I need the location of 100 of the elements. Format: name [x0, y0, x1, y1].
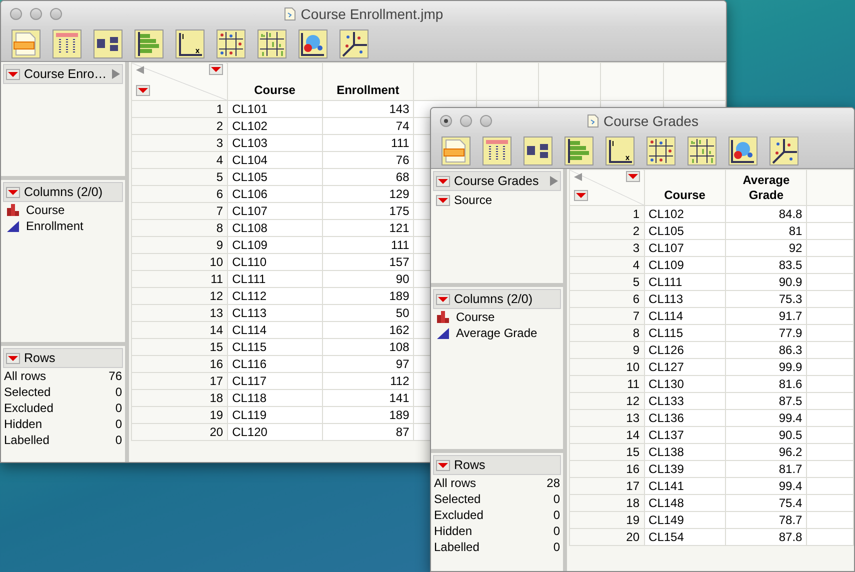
- row-state-count: 0: [115, 385, 122, 399]
- row-number[interactable]: 6: [570, 290, 644, 308]
- row-number[interactable]: 20: [132, 424, 228, 440]
- menu-triangle-button[interactable]: [136, 85, 150, 96]
- menu-triangle-button[interactable]: [209, 64, 224, 75]
- menu-triangle-button[interactable]: [436, 194, 450, 206]
- row-number[interactable]: 12: [570, 392, 644, 410]
- column-header[interactable]: Average Grade: [726, 170, 807, 206]
- row-number[interactable]: 11: [570, 376, 644, 392]
- column-name[interactable]: Course: [456, 310, 495, 324]
- table-cell: CL115: [228, 338, 322, 356]
- window-control[interactable]: [440, 115, 452, 127]
- row-number[interactable]: 11: [132, 270, 228, 288]
- row-number[interactable]: 10: [570, 358, 644, 376]
- table-cell: CL105: [644, 222, 726, 240]
- row-number[interactable]: 8: [570, 324, 644, 342]
- row-number[interactable]: 2: [132, 118, 228, 134]
- table-cell: 99.4: [726, 410, 807, 426]
- menu-triangle-button[interactable]: [436, 176, 450, 186]
- column-name[interactable]: Average Grade: [456, 326, 538, 340]
- row-number[interactable]: 14: [132, 322, 228, 338]
- row-number[interactable]: 10: [132, 254, 228, 270]
- xy-axes-icon[interactable]: [175, 29, 205, 59]
- row-number[interactable]: 7: [570, 308, 644, 324]
- ternary-plot-icon[interactable]: [769, 136, 799, 166]
- bubble-icon[interactable]: [728, 136, 758, 166]
- menu-triangle-button[interactable]: [436, 460, 450, 470]
- menu-triangle-button[interactable]: [626, 171, 640, 182]
- row-number[interactable]: 13: [132, 304, 228, 322]
- row-number[interactable]: 12: [132, 288, 228, 304]
- bar-chart-icon[interactable]: [564, 136, 594, 166]
- row-number[interactable]: 15: [570, 444, 644, 460]
- columns-icon[interactable]: [52, 29, 82, 59]
- data-table-icon[interactable]: [11, 29, 41, 59]
- row-number[interactable]: 13: [570, 410, 644, 426]
- table-cell: CL120: [228, 424, 322, 440]
- script-label[interactable]: Source: [454, 193, 492, 207]
- table-cell: 90: [322, 270, 414, 288]
- column-name[interactable]: Enrollment: [26, 219, 84, 233]
- column-header[interactable]: Course: [228, 62, 322, 100]
- row-number[interactable]: 7: [132, 202, 228, 220]
- boxes-icon[interactable]: [93, 29, 123, 59]
- scatter-matrix-icon[interactable]: [216, 29, 246, 59]
- xy-axes-icon[interactable]: [605, 136, 635, 166]
- row-number[interactable]: 4: [132, 152, 228, 168]
- bar-chart-icon[interactable]: [134, 29, 164, 59]
- column-name[interactable]: Course: [26, 203, 65, 217]
- row-number[interactable]: 8: [132, 220, 228, 236]
- row-number[interactable]: 18: [570, 494, 644, 512]
- bubble-icon[interactable]: [298, 29, 328, 59]
- row-number[interactable]: 5: [132, 168, 228, 186]
- table-cell: 162: [322, 322, 414, 338]
- ternary-plot-icon[interactable]: [339, 29, 369, 59]
- row-number[interactable]: 1: [570, 206, 644, 222]
- left-arrow-icon[interactable]: [574, 173, 582, 181]
- row-number[interactable]: 19: [132, 406, 228, 424]
- row-number[interactable]: 6: [132, 186, 228, 202]
- small-charts-icon[interactable]: [687, 136, 717, 166]
- row-number[interactable]: 5: [570, 274, 644, 290]
- table-cell: CL109: [644, 256, 726, 274]
- boxes-icon[interactable]: [523, 136, 553, 166]
- data-table-icon[interactable]: [441, 136, 471, 166]
- row-number[interactable]: 4: [570, 256, 644, 274]
- row-state-label: Selected: [4, 385, 51, 399]
- row-number[interactable]: 17: [132, 372, 228, 390]
- table-cell: CL126: [644, 342, 726, 358]
- small-charts-icon[interactable]: [257, 29, 287, 59]
- expand-arrow-icon[interactable]: [112, 69, 120, 79]
- scatter-matrix-icon[interactable]: [646, 136, 676, 166]
- columns-icon[interactable]: [482, 136, 512, 166]
- row-number[interactable]: 15: [132, 338, 228, 356]
- table-cell: CL111: [228, 270, 322, 288]
- row-number[interactable]: 18: [132, 390, 228, 406]
- table-cell: CL109: [228, 236, 322, 254]
- row-number[interactable]: 20: [570, 528, 644, 546]
- expand-arrow-icon[interactable]: [550, 176, 558, 186]
- row-number[interactable]: 14: [570, 426, 644, 444]
- row-number[interactable]: 3: [570, 240, 644, 256]
- menu-triangle-button[interactable]: [574, 190, 588, 201]
- row-number[interactable]: 2: [570, 222, 644, 240]
- row-number[interactable]: 9: [132, 236, 228, 254]
- row-number[interactable]: 17: [570, 478, 644, 494]
- column-header[interactable]: Course: [644, 170, 726, 206]
- column-header[interactable]: Enrollment: [322, 62, 414, 100]
- left-arrow-icon[interactable]: [136, 66, 144, 74]
- row-number[interactable]: 16: [132, 356, 228, 372]
- row-number[interactable]: 3: [132, 134, 228, 152]
- table-cell: 78.7: [726, 512, 807, 528]
- row-number[interactable]: 1: [132, 100, 228, 118]
- row-state-label: All rows: [4, 369, 46, 383]
- menu-triangle-button[interactable]: [6, 186, 20, 198]
- table-cell: CL127: [644, 358, 726, 376]
- row-number[interactable]: 16: [570, 460, 644, 478]
- menu-triangle-button[interactable]: [6, 352, 20, 364]
- row-number[interactable]: 19: [570, 512, 644, 528]
- menu-triangle-button[interactable]: [436, 294, 450, 304]
- menu-triangle-button[interactable]: [6, 68, 20, 80]
- table-cell: 129: [322, 186, 414, 202]
- table-cell: 90.9: [726, 274, 807, 290]
- row-number[interactable]: 9: [570, 342, 644, 358]
